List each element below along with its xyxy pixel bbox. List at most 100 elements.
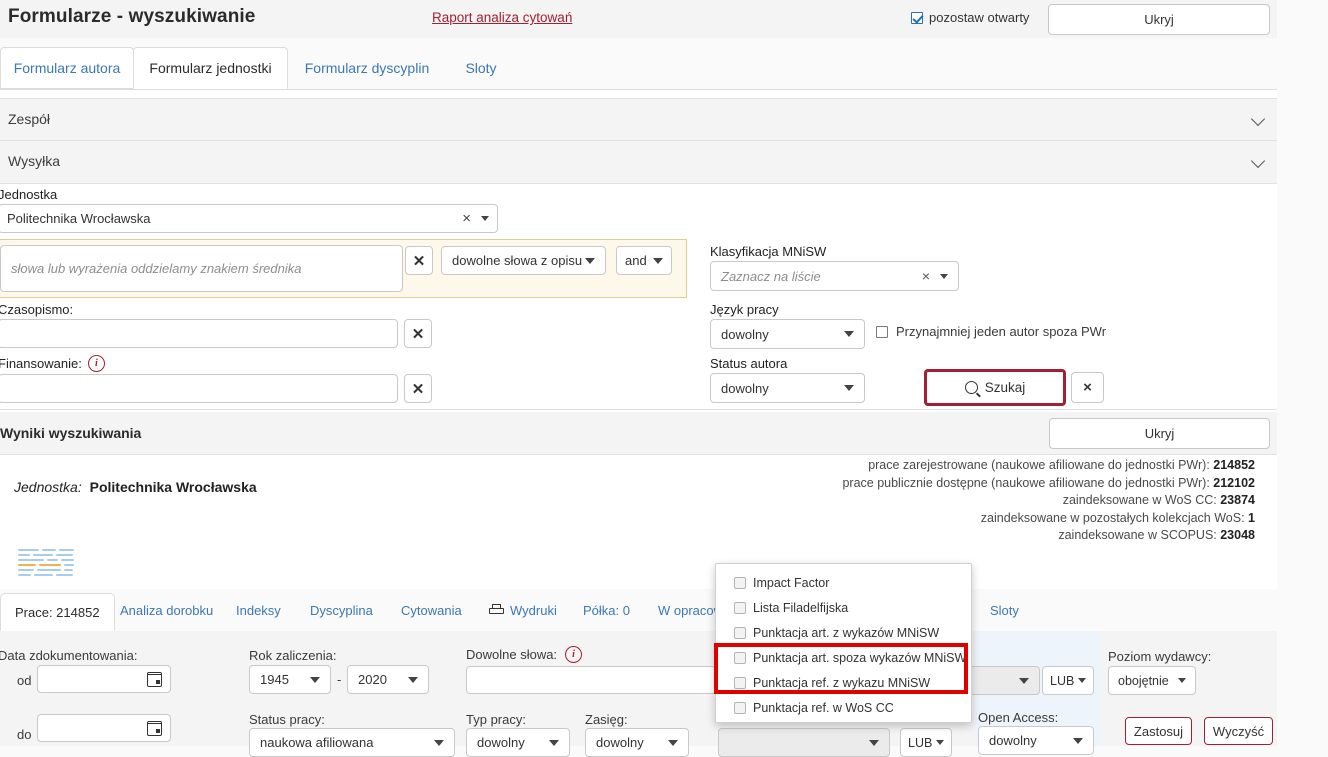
tab-sloty[interactable]: Sloty <box>446 47 516 89</box>
accordion-wysylka[interactable]: Wysyłka <box>0 140 1277 184</box>
info-icon[interactable]: i <box>87 355 105 372</box>
tab-formularz-jednostki[interactable]: Formularz jednostki <box>133 47 288 89</box>
rtab-wydruki[interactable]: Wydruki <box>489 589 557 631</box>
rtab-cytowania[interactable]: Cytowania <box>401 589 462 631</box>
checkbox-icon <box>734 576 746 589</box>
stat-value: 23874 <box>1220 493 1255 508</box>
dropdown-item[interactable]: Punktacja art. z wykazów MNiSW <box>716 620 971 645</box>
year-from-value: 1945 <box>260 672 289 687</box>
year-from-select[interactable]: 1945 <box>249 665 331 694</box>
stat-label: zaindeksowane w SCOPUS: <box>1058 528 1217 543</box>
unit-select[interactable]: Politechnika Wrocławska × <box>0 204 498 233</box>
rtab-prace[interactable]: Prace: 214852 <box>0 593 115 631</box>
rtab-polka[interactable]: Półka: 0 <box>583 589 630 631</box>
date-to-input[interactable] <box>37 714 171 742</box>
checkbox-icon <box>734 651 746 664</box>
rtab-sloty[interactable]: Sloty <box>990 589 1019 631</box>
lub-select-bottom[interactable]: LUB <box>900 728 952 757</box>
citation-report-link[interactable]: Raport analiza cytowań <box>432 10 572 25</box>
hide-results-button[interactable]: Ukryj <box>1049 418 1270 449</box>
external-author-label: Przynajmniej jeden autor spoza PWr <box>896 324 1107 339</box>
keep-open-checkbox[interactable]: pozostaw otwarty <box>911 10 1029 25</box>
dropdown-item[interactable]: Punktacja art. spoza wykazów MNiSW <box>716 645 971 670</box>
date-from-label: od <box>17 673 32 688</box>
clear-icon[interactable]: × <box>922 268 930 284</box>
scope-select[interactable]: dowolny <box>585 728 689 757</box>
work-status-value: naukowa afiliowana <box>260 735 374 750</box>
hide-form-button[interactable]: Ukryj <box>1048 4 1270 35</box>
keywords-input[interactable]: słowa lub wyrażenia oddzielamy znakiem ś… <box>0 245 403 292</box>
external-author-checkbox[interactable]: Przynajmniej jeden autor spoza PWr <box>876 324 1106 339</box>
author-status-value: dowolny <box>721 380 769 396</box>
language-select[interactable]: dowolny <box>710 319 865 349</box>
dropdown-item[interactable]: Punktacja ref. z wykazu MNiSW <box>716 670 971 695</box>
keep-open-label: pozostaw otwarty <box>929 10 1030 25</box>
tab-formularz-autora[interactable]: Formularz autora <box>0 47 134 89</box>
info-icon[interactable]: i <box>565 646 583 663</box>
keywords-operator-select[interactable]: and <box>616 246 672 275</box>
chart-thumbnail[interactable] <box>16 546 76 584</box>
journal-input[interactable] <box>0 319 398 348</box>
accordion-zespol[interactable]: Zespół <box>0 98 1277 142</box>
checkbox-icon <box>734 601 746 614</box>
search-button-label: Szukaj <box>984 380 1026 395</box>
dropdown-item[interactable]: Lista Filadelfijska <box>716 595 971 620</box>
apply-button[interactable]: Zastosuj <box>1125 717 1192 745</box>
chevron-down-icon <box>585 257 595 264</box>
work-status-select[interactable]: naukowa afiliowana <box>249 728 455 757</box>
scope-value: dowolny <box>596 735 644 750</box>
rtab-analiza-dorobku[interactable]: Analiza dorobku <box>120 589 213 631</box>
checkbox-icon <box>876 325 888 338</box>
open-access-select[interactable]: dowolny <box>978 726 1094 755</box>
keywords-scope-select[interactable]: dowolne słowa z opisu <box>441 246 606 275</box>
chevron-down-icon <box>1250 153 1266 169</box>
unit-label: Jednostka <box>0 187 58 202</box>
tab-formularz-dyscyplin[interactable]: Formularz dyscyplin <box>289 47 445 89</box>
stat-label: zaindeksowane w WoS CC: <box>1062 493 1217 508</box>
keywords-placeholder: słowa lub wyrażenia oddzielamy znakiem ś… <box>11 261 302 276</box>
search-button[interactable]: Szukaj <box>924 369 1066 406</box>
clear-filters-button[interactable]: Wyczyść <box>1204 717 1273 745</box>
rtab-dyscyplina[interactable]: Dyscyplina <box>310 589 373 631</box>
clear-keywords-button[interactable]: ✕ <box>405 246 433 275</box>
accordion-wysylka-label: Wysyłka <box>8 153 60 169</box>
lub-select-top[interactable]: LUB <box>1042 666 1094 695</box>
stat-value: 1 <box>1248 510 1255 525</box>
stat-row: prace zarejestrowane (naukowe afiliowane… <box>842 457 1255 475</box>
author-status-select[interactable]: dowolny <box>710 373 865 403</box>
rtab-indeksy[interactable]: Indeksy <box>236 589 281 631</box>
chevron-down-icon <box>668 739 678 746</box>
calendar-icon[interactable] <box>147 720 162 736</box>
clear-funding-button[interactable]: ✕ <box>404 374 432 403</box>
clear-journal-button[interactable]: ✕ <box>404 319 432 348</box>
app-window: Formularze - wyszukiwanie Raport analiza… <box>0 0 1328 757</box>
chevron-down-icon <box>434 739 444 746</box>
chevron-down-icon <box>844 331 854 337</box>
year-to-value: 2020 <box>358 672 387 687</box>
work-type-select[interactable]: dowolny <box>466 728 570 757</box>
classification-select[interactable]: Zaznacz na liście × <box>710 261 959 291</box>
funding-input[interactable] <box>0 374 398 403</box>
publisher-level-select[interactable]: obojętnie <box>1108 666 1196 695</box>
results-statistics: prace zarejestrowane (naukowe afiliowane… <box>842 457 1255 545</box>
work-type-label: Typ pracy: <box>466 712 526 727</box>
accordion-zespol-label: Zespół <box>8 111 51 127</box>
dropdown-item[interactable]: Punktacja ref. w WoS CC <box>716 695 971 720</box>
search-icon <box>964 381 978 394</box>
dropdown-item[interactable]: Impact Factor <box>716 570 971 595</box>
chevron-down-icon <box>1178 678 1186 683</box>
reset-search-button[interactable]: × <box>1071 372 1104 403</box>
stat-label: prace publicznie dostępne (naukowe afili… <box>842 475 1210 490</box>
any-words-input[interactable] <box>466 666 716 694</box>
points-select-bottom[interactable] <box>718 728 890 757</box>
results-header: Wyniki wyszukiwania Ukryj <box>0 412 1277 455</box>
results-title: Wyniki wyszukiwania <box>0 425 142 441</box>
chevron-down-icon <box>1078 678 1086 683</box>
points-dropdown-menu[interactable]: Impact Factor Lista Filadelfijska Punkta… <box>715 563 972 723</box>
keywords-scope-value: dowolne słowa z opisu <box>452 253 583 268</box>
year-to-select[interactable]: 2020 <box>347 665 429 694</box>
calendar-icon[interactable] <box>147 671 162 687</box>
dropdown-item-label: Punktacja ref. z wykazu MNiSW <box>753 675 931 690</box>
clear-icon[interactable]: × <box>462 210 471 227</box>
date-from-input[interactable] <box>37 665 171 693</box>
